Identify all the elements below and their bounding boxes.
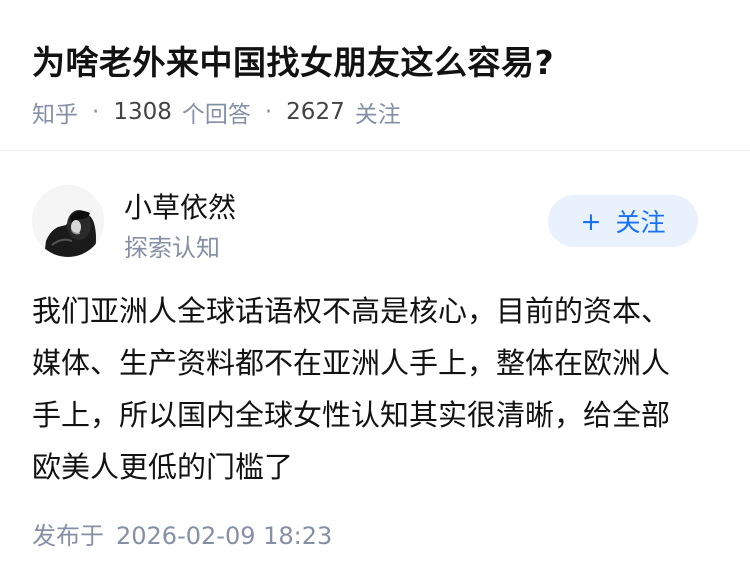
- author-avatar[interactable]: [32, 185, 104, 257]
- author-headline: 探索认知: [124, 234, 220, 262]
- publish-label: 发布于: [32, 522, 104, 550]
- meta-separator-2: ·: [264, 99, 273, 125]
- follow-button[interactable]: + 关注: [548, 195, 698, 247]
- plus-icon: +: [580, 206, 602, 236]
- question-header: 为啥老外来中国找女朋友这么容易? 知乎 · 1308 个回答 · 2627 关注: [0, 0, 750, 150]
- answer-count-label: 个回答: [181, 102, 251, 128]
- publish-time: 2026-02-09 18:23: [116, 522, 333, 550]
- answer-line: 我们亚洲人全球话语权不高是核心，目前的资本、: [32, 294, 671, 328]
- header-divider: [0, 150, 750, 151]
- answer-line: 媒体、生产资料都不在亚洲人手上，整体在欧洲人: [32, 346, 671, 380]
- source-label[interactable]: 知乎: [32, 95, 78, 129]
- author-name[interactable]: 小草依然: [124, 186, 236, 226]
- answer-count: 1308: [113, 99, 172, 125]
- meta-separator: ·: [92, 99, 100, 125]
- answer-content[interactable]: 我们亚洲人全球话语权不高是核心，目前的资本、 媒体、生产资料都不在亚洲人手上，整…: [32, 285, 718, 493]
- question-title[interactable]: 为啥老外来中国找女朋友这么容易?: [32, 36, 554, 84]
- answer-line: 欧美人更低的门槛了: [32, 450, 294, 484]
- answer-line: 手上，所以国内全球女性认知其实很清晰，给全部: [32, 398, 671, 432]
- follower-count-label: 关注: [354, 102, 401, 128]
- follower-count: 2627: [286, 99, 345, 125]
- portrait-avatar-icon: [32, 185, 104, 257]
- follow-button-label: 关注: [615, 208, 666, 237]
- publish-info: 发布于 2026-02-09 18:23: [32, 516, 332, 551]
- question-meta: 知乎 · 1308 个回答 · 2627 关注: [32, 95, 401, 129]
